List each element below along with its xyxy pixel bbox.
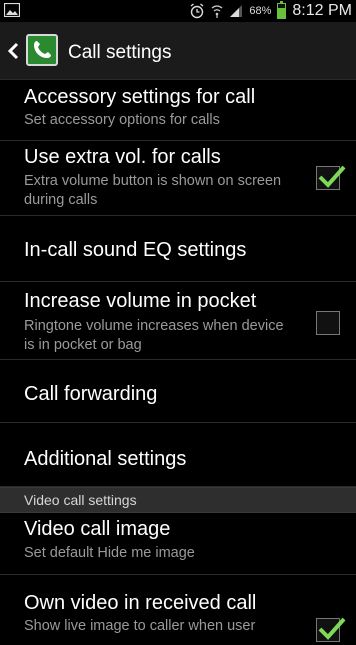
- item-title: Use extra vol. for calls: [24, 146, 221, 168]
- battery-icon: [277, 1, 287, 19]
- item-title: Accessory settings for call: [24, 86, 256, 108]
- pocket-volume-checkbox[interactable]: [316, 311, 340, 335]
- item-title: In-call sound EQ settings: [24, 239, 247, 261]
- clock-time: 8:12 PM: [292, 2, 352, 19]
- checkmark-icon: [318, 165, 346, 188]
- phone-icon: [34, 41, 51, 58]
- list-item-pocket-volume[interactable]: Increase volume in pocket Ringtone volum…: [0, 282, 356, 360]
- item-title: Call forwarding: [24, 383, 158, 405]
- own-video-checkbox[interactable]: [316, 617, 346, 642]
- item-subtitle: Extra volume button is shown on screen d…: [24, 173, 282, 208]
- alarm-icon: [190, 3, 204, 19]
- item-subtitle: Show live image to caller when user: [24, 618, 256, 634]
- list-item-additional-settings[interactable]: Additional settings: [0, 423, 356, 487]
- extra-volume-checkbox[interactable]: [316, 165, 346, 190]
- list-item-extra-volume[interactable]: Use extra vol. for calls Extra volume bu…: [0, 141, 356, 216]
- list-item-video-call-image[interactable]: Video call image Set default Hide me ima…: [0, 513, 356, 575]
- back-chevron-icon[interactable]: [6, 41, 22, 61]
- gallery-icon: [4, 3, 20, 17]
- list-item-sound-eq[interactable]: In-call sound EQ settings: [0, 216, 356, 282]
- section-header-video-call: Video call settings: [0, 487, 356, 513]
- section-label: Video call settings: [24, 492, 137, 508]
- item-title: Additional settings: [24, 448, 187, 470]
- list-item-own-video[interactable]: Own video in received call Show live ima…: [0, 575, 356, 645]
- page-title: Call settings: [68, 42, 172, 63]
- action-bar: Call settings: [0, 22, 356, 80]
- item-subtitle: Set default Hide me image: [24, 545, 195, 561]
- item-title: Own video in received call: [24, 592, 257, 614]
- list-item-accessory-settings[interactable]: Accessory settings for call Set accessor…: [0, 80, 356, 141]
- wifi-icon: [211, 5, 223, 18]
- item-subtitle: Ringtone volume increases when device is…: [24, 318, 284, 353]
- item-title: Increase volume in pocket: [24, 290, 257, 312]
- battery-percent: 68%: [249, 5, 272, 17]
- item-title: Video call image: [24, 518, 171, 540]
- signal-icon: [230, 5, 243, 17]
- checkmark-icon: [318, 617, 346, 640]
- phone-app-icon[interactable]: [26, 34, 58, 66]
- item-subtitle: Set accessory options for calls: [24, 112, 220, 128]
- status-bar: 68% 8:12 PM: [0, 0, 356, 22]
- list-item-call-forwarding[interactable]: Call forwarding: [0, 360, 356, 423]
